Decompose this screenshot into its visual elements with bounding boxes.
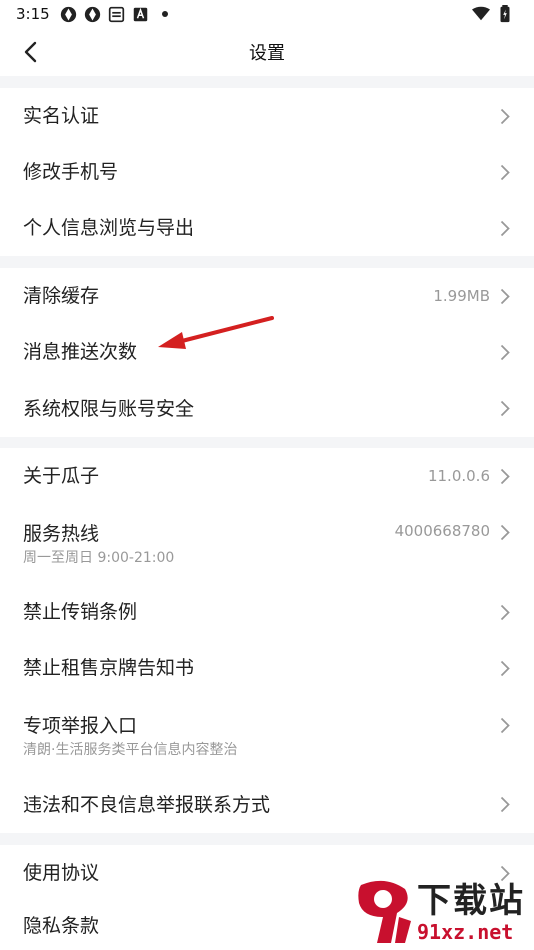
chevron-right-icon [498,343,512,361]
chevron-right-icon [498,219,512,237]
settings-item-label: 使用协议 [23,862,100,884]
section-divider [0,437,534,448]
settings-item-label: 隐私条款 [23,914,100,937]
watermark-title: 下载站 [417,881,525,921]
chevron-right-icon [498,603,512,621]
settings-item-label: 禁止传销条例 [23,601,138,623]
settings-item-push-frequency[interactable]: 消息推送次数 [0,324,534,380]
wifi-icon [472,5,490,23]
chevron-right-icon [498,163,512,181]
settings-item-about[interactable]: 关于瓜子 11.0.0.6 [0,448,534,504]
watermark: 下载站 91xz.net [351,876,526,948]
settings-item-permissions-security[interactable]: 系统权限与账号安全 [0,380,534,437]
section-divider [0,256,534,268]
watermark-logo [358,880,411,943]
chevron-right-icon [498,659,512,677]
chevron-right-icon [498,107,512,125]
settings-item-label: 系统权限与账号安全 [23,397,195,420]
settings-item-label: 个人信息浏览与导出 [23,217,195,239]
status-bar: 3:15 [0,0,534,28]
version-value: 11.0.0.6 [427,467,490,485]
settings-item-plate-notice[interactable]: 禁止租售京牌告知书 [0,640,534,696]
settings-item-change-phone[interactable]: 修改手机号 [0,144,534,200]
service-hours-text: 周一至周日 9:00-21:00 [23,550,175,566]
settings-item-personal-info-export[interactable]: 个人信息浏览与导出 [0,200,534,256]
battery-icon [496,5,514,23]
status-time: 3:15 [16,5,50,23]
settings-item-label: 专项举报入口 [23,715,138,737]
settings-item-label: 消息推送次数 [23,341,138,363]
section-divider [0,833,534,845]
status-left-icons [60,5,174,23]
chevron-right-icon [498,716,512,734]
chevron-right-icon [498,796,512,814]
settings-item-label: 关于瓜子 [23,465,100,487]
settings-item-illegal-report-contact[interactable]: 违法和不良信息举报联系方式 [0,776,534,833]
chevron-right-icon [498,523,512,541]
aperture-icon [60,5,78,23]
dot-icon [156,5,174,23]
settings-item-label: 实名认证 [23,105,100,127]
chevron-left-icon [24,41,37,63]
status-right-icons [472,5,514,23]
chevron-right-icon [498,467,512,485]
hotline-number: 4000668780 [394,522,490,540]
section-divider [0,76,534,88]
nav-bar: 设置 [0,28,534,76]
settings-item-label: 修改手机号 [23,161,119,183]
settings-item-label: 清除缓存 [23,285,100,307]
settings-item-label: 违法和不良信息举报联系方式 [23,793,271,816]
settings-item-real-name-auth[interactable]: 实名认证 [0,88,534,144]
page-title: 设置 [249,43,285,64]
special-report-sublabel: 清朗·生活服务类平台信息内容整治 [23,742,238,758]
cache-size-value: 1.99MB [433,287,490,305]
settings-item-special-report[interactable]: 专项举报入口 清朗·生活服务类平台信息内容整治 [0,696,534,776]
settings-item-service-hotline[interactable]: 服务热线 周一至周日 9:00-21:00 4000668780 [0,504,534,584]
back-button[interactable] [16,38,44,66]
a-box-icon [132,5,150,23]
watermark-url: 91xz.net [417,920,514,944]
aperture-icon [84,5,102,23]
settings-item-anti-pyramid[interactable]: 禁止传销条例 [0,584,534,640]
settings-item-label: 禁止租售京牌告知书 [23,657,195,679]
settings-item-label: 服务热线 [23,523,100,545]
settings-item-clear-cache[interactable]: 清除缓存 1.99MB [0,268,534,324]
chevron-right-icon [498,400,512,418]
chevron-right-icon [498,287,512,305]
notebook-icon [108,5,126,23]
